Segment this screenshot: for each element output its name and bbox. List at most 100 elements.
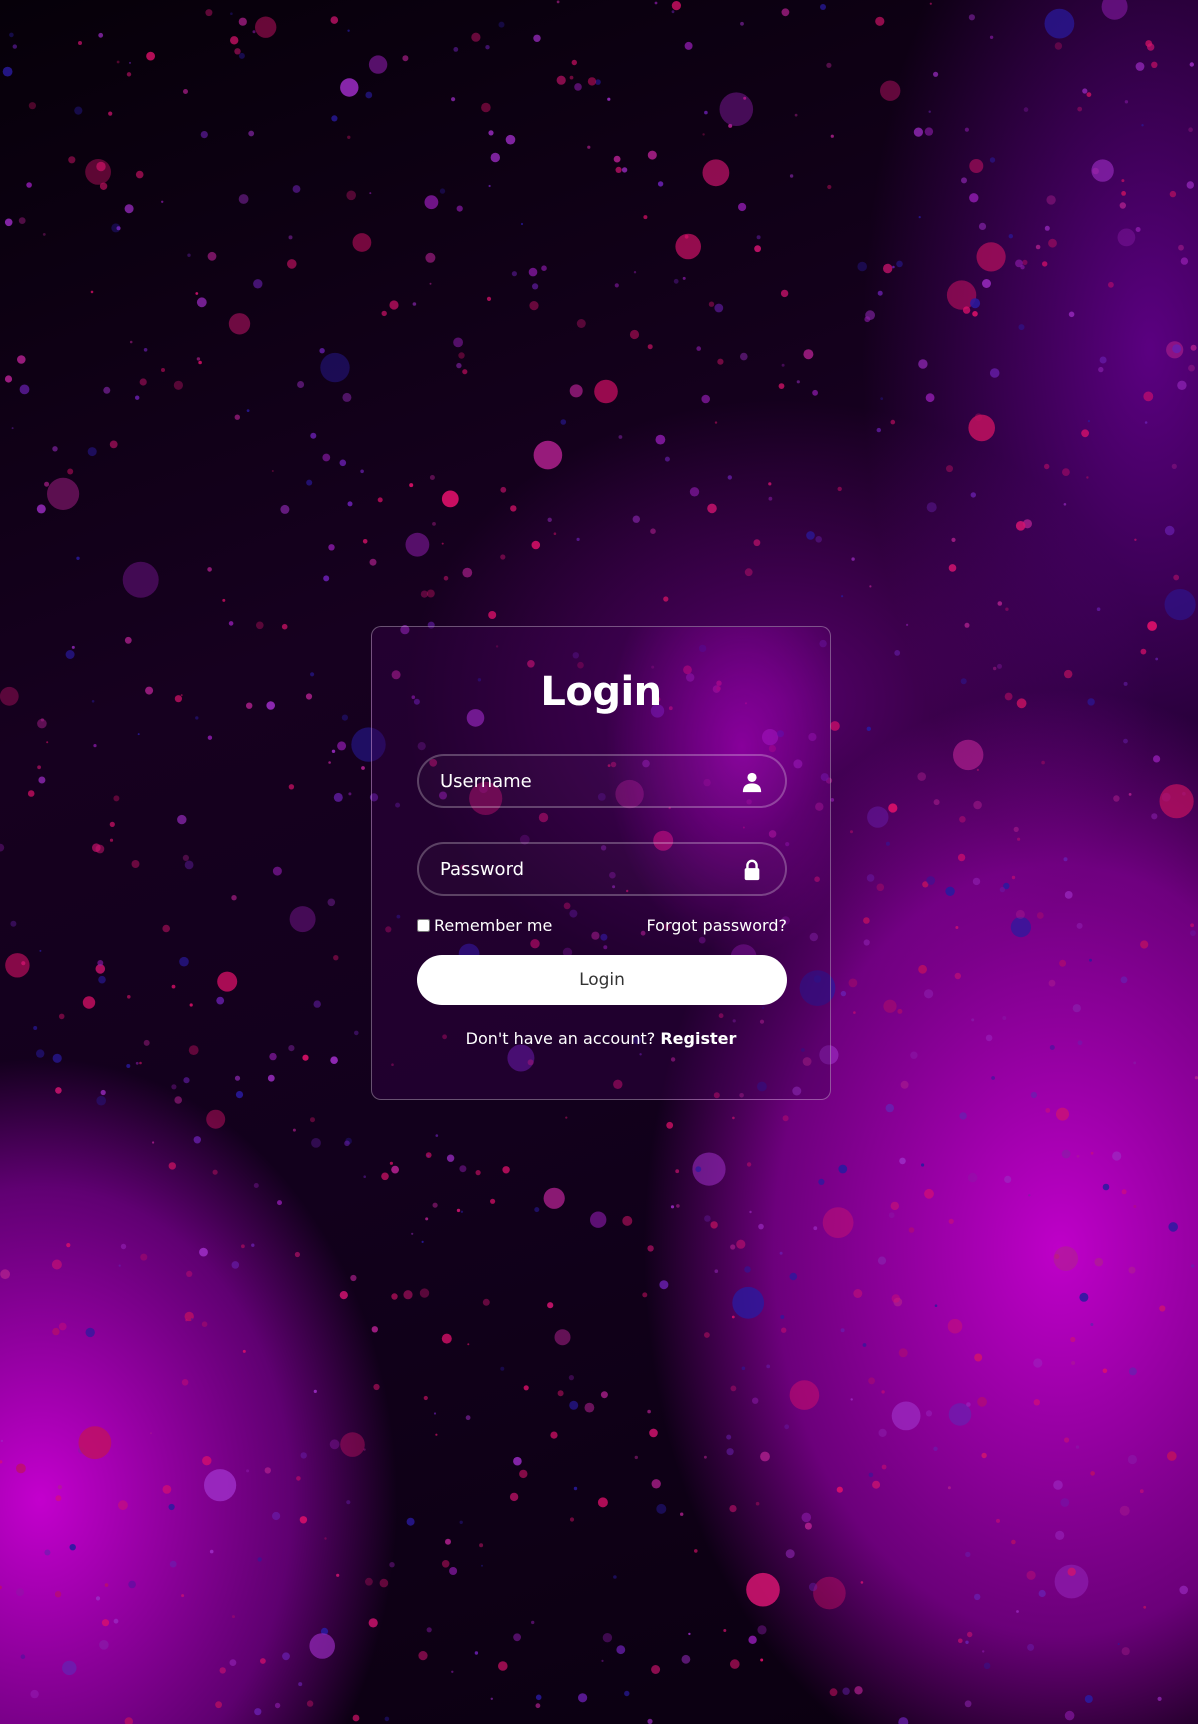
splatter-dot [702,133,705,136]
splatter-dot [146,51,156,61]
splatter-dot [964,622,970,628]
splatter-dot [976,768,980,772]
splatter-dot [958,1638,963,1644]
splatter-dot [333,792,343,802]
splatter-dot [253,279,263,289]
splatter-dot [778,383,785,389]
splatter-dot [302,1054,309,1061]
splatter-dot [1005,607,1009,611]
remember-me-checkbox[interactable] [417,919,430,932]
splatter-dot [888,803,898,813]
splatter-dot [1002,1016,1007,1020]
splatter-dot [183,1077,190,1084]
splatter-dot [997,601,1003,606]
splatter-dot [867,806,889,828]
splatter-dot [78,1426,112,1460]
splatter-dot [948,1218,954,1224]
splatter-dot [947,1318,963,1334]
splatter-dot [1046,195,1056,205]
splatter-dot [1188,364,1195,372]
splatter-dot [277,1200,282,1206]
splatter-dot [934,1304,938,1307]
splatter-dot [704,1215,711,1222]
splatter-dot [748,1635,757,1645]
splatter-dot [892,265,895,269]
splatter-dot [528,267,538,277]
splatter-dot [863,939,870,946]
splatter-dot [534,1207,540,1213]
splatter-dot [985,1034,993,1042]
splatter-dot [710,1221,718,1229]
splatter-dot [812,389,818,396]
register-link[interactable]: Register [660,1029,736,1048]
splatter-dot [294,1251,300,1258]
splatter-dot [82,996,96,1009]
login-card: Login Remember me Forgot password? Login… [371,626,831,1100]
splatter-dot [0,843,5,852]
forgot-password-link[interactable]: Forgot password? [647,916,787,935]
splatter-dot [1127,1454,1137,1465]
splatter-dot [131,860,140,868]
splatter-dot [702,159,730,187]
remember-me-label[interactable]: Remember me [417,916,552,935]
splatter-dot [796,380,800,384]
splatter-dot [369,192,372,195]
splatter-dot [670,1205,675,1209]
splatter-dot [624,1690,630,1697]
login-button[interactable]: Login [417,955,787,1005]
splatter-dot [186,1270,193,1277]
splatter-dot [441,1560,450,1568]
splatter-dot [87,447,97,457]
splatter-dot [857,261,867,272]
splatter-dot [766,1364,771,1369]
splatter-dot [171,984,176,989]
splatter-dot [959,1112,967,1120]
splatter-dot [288,1045,295,1052]
splatter-dot [1011,1539,1016,1545]
splatter-dot [311,1138,321,1148]
splatter-dot [344,1140,350,1147]
splatter-dot [970,298,981,309]
splatter-dot [553,532,557,535]
splatter-dot [1094,1257,1104,1267]
splatter-dot [90,290,94,294]
splatter-dot [330,1056,338,1064]
splatter-dot [1108,281,1114,288]
splatter-dot [328,544,335,551]
splatter-dot [813,1226,818,1231]
register-line: Don't have an account? Register [372,1029,830,1048]
splatter-dot [456,362,462,369]
splatter-dot [12,44,17,49]
password-input[interactable] [419,844,785,894]
splatter-dot [723,1629,727,1632]
splatter-dot [997,663,1002,669]
splatter-dot [991,1076,995,1080]
splatter-dot [533,34,541,42]
splatter-dot [1023,107,1029,112]
splatter-dot [560,419,567,425]
splatter-dot [505,134,516,145]
splatter-dot [1171,463,1177,469]
splatter-dot [292,1128,296,1132]
splatter-dot [109,838,114,842]
splatter-dot [1164,525,1175,536]
splatter-dot [531,1620,535,1625]
splatter-dot [1090,1471,1095,1476]
username-input[interactable] [419,756,785,806]
splatter-dot [328,761,331,764]
splatter-dot [183,89,188,94]
splatter-dot [242,1349,246,1353]
splatter-dot [899,1157,906,1165]
splatter-dot [850,830,853,834]
splatter-dot [272,1511,281,1521]
splatter-dot [456,205,463,212]
splatter-dot [921,1163,925,1167]
splatter-dot [17,355,26,364]
splatter-dot [818,1178,825,1185]
splatter-dot [205,9,213,17]
splatter-dot [337,741,347,751]
splatter-dot [188,1045,199,1055]
splatter-dot [993,666,997,671]
splatter-dot [51,1259,62,1270]
splatter-dot [749,1210,752,1214]
